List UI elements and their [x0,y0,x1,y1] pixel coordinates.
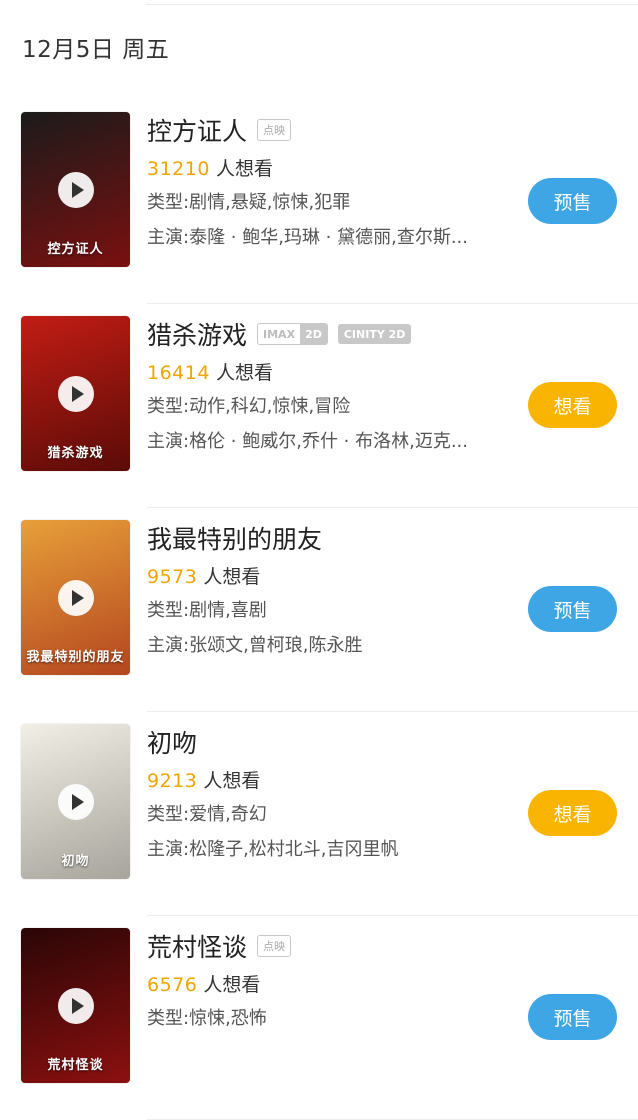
want-count: 6576 [147,974,198,996]
screening-tag: 点映 [257,119,292,141]
want-suffix: 人想看 [215,362,273,384]
movie-item[interactable]: 控方证人 控方证人 点映 31210 人想看 类型:剧情,悬疑,惊悚,犯罪 主演:… [0,100,638,304]
movie-cast: 主演:格伦 · 鲍威尔,乔什 · 布洛林,迈克... [147,431,469,452]
movie-item[interactable]: 荒村怪谈 荒村怪谈 点映 6576 人想看 类型:惊悚,恐怖 预售 [0,916,638,1120]
movie-info: 控方证人 点映 31210 人想看 类型:剧情,悬疑,惊悚,犯罪 主演:泰隆 · … [147,112,518,251]
movie-poster[interactable]: 初吻 [21,724,130,879]
play-trailer-icon[interactable] [57,171,94,208]
movie-title[interactable]: 初吻 [147,724,197,760]
want-count: 9573 [147,566,198,588]
want-count: 31210 [147,158,210,180]
want-to-watch-button[interactable]: 想看 [528,382,617,428]
want-suffix: 人想看 [203,770,261,792]
movie-genre: 类型:剧情,喜剧 [147,600,267,621]
poster-title-text: 猎杀游戏 [47,446,104,461]
date-header: 12月5日 周五 [22,37,170,63]
want-count-row: 9573 人想看 [147,564,518,590]
movie-cast: 主演:松隆子,松村北斗,吉冈里帆 [147,839,399,860]
movie-poster[interactable]: 我最特别的朋友 [21,520,130,675]
movie-info: 初吻 9213 人想看 类型:爱情,奇幻 主演:松隆子,松村北斗,吉冈里帆 [147,724,518,863]
top-divider [146,4,638,5]
movie-genre: 类型:爱情,奇幻 [147,804,267,825]
movie-poster[interactable]: 荒村怪谈 [21,928,130,1083]
movie-title[interactable]: 荒村怪谈 [147,928,247,964]
want-count-row: 9213 人想看 [147,768,518,794]
movie-genre: 类型:剧情,悬疑,惊悚,犯罪 [147,192,351,213]
presale-button[interactable]: 预售 [528,178,617,224]
poster-title-text: 控方证人 [47,242,104,257]
presale-button[interactable]: 预售 [528,586,617,632]
movie-item[interactable]: 初吻 初吻 9213 人想看 类型:爱情,奇幻 主演:松隆子,松村北斗,吉冈里帆 … [0,712,638,916]
movie-cast: 主演:泰隆 · 鲍华,玛琳 · 黛德丽,查尔斯... [147,227,469,248]
movie-title[interactable]: 我最特别的朋友 [147,520,322,556]
want-suffix: 人想看 [203,974,261,996]
want-count: 16414 [147,362,210,384]
movie-cast: 主演:张颂文,曾柯琅,陈永胜 [147,635,363,656]
movie-item[interactable]: 猎杀游戏 猎杀游戏 IMAX 2D CINITY 2D 16414 人想看 类型:动作… [0,304,638,508]
movie-poster[interactable]: 控方证人 [21,112,130,267]
movie-info: 猎杀游戏 IMAX 2D CINITY 2D 16414 人想看 类型:动作,科幻,惊… [147,316,518,455]
want-count-row: 6576 人想看 [147,972,518,998]
want-to-watch-button[interactable]: 想看 [528,790,617,836]
movie-title[interactable]: 控方证人 [147,112,247,148]
movie-info: 我最特别的朋友 9573 人想看 类型:剧情,喜剧 主演:张颂文,曾柯琅,陈永胜 [147,520,518,659]
want-count-row: 16414 人想看 [147,360,518,386]
poster-title-text: 初吻 [61,854,90,869]
want-count-row: 31210 人想看 [147,156,518,182]
movie-poster[interactable]: 猎杀游戏 [21,316,130,471]
screening-tag: 点映 [257,935,292,957]
movie-genre: 类型:动作,科幻,惊悚,冒险 [147,396,351,417]
movie-info: 荒村怪谈 点映 6576 人想看 类型:惊悚,恐怖 [147,928,518,1041]
movie-list: 控方证人 控方证人 点映 31210 人想看 类型:剧情,悬疑,惊悚,犯罪 主演:… [0,100,638,1120]
want-suffix: 人想看 [203,566,261,588]
want-count: 9213 [147,770,198,792]
cinity-tag: CINITY 2D [337,324,412,344]
play-trailer-icon[interactable] [57,375,94,412]
movie-title[interactable]: 猎杀游戏 [147,316,247,352]
play-trailer-icon[interactable] [57,579,94,616]
want-suffix: 人想看 [215,158,273,180]
poster-title-text: 我最特别的朋友 [26,650,125,665]
imax-tag: IMAX 2D [257,323,328,345]
movie-item[interactable]: 我最特别的朋友 我最特别的朋友 9573 人想看 类型:剧情,喜剧 主演:张颂文,… [0,508,638,712]
movie-genre: 类型:惊悚,恐怖 [147,1008,267,1029]
play-trailer-icon[interactable] [57,987,94,1024]
play-trailer-icon[interactable] [57,783,94,820]
presale-button[interactable]: 预售 [528,994,617,1040]
